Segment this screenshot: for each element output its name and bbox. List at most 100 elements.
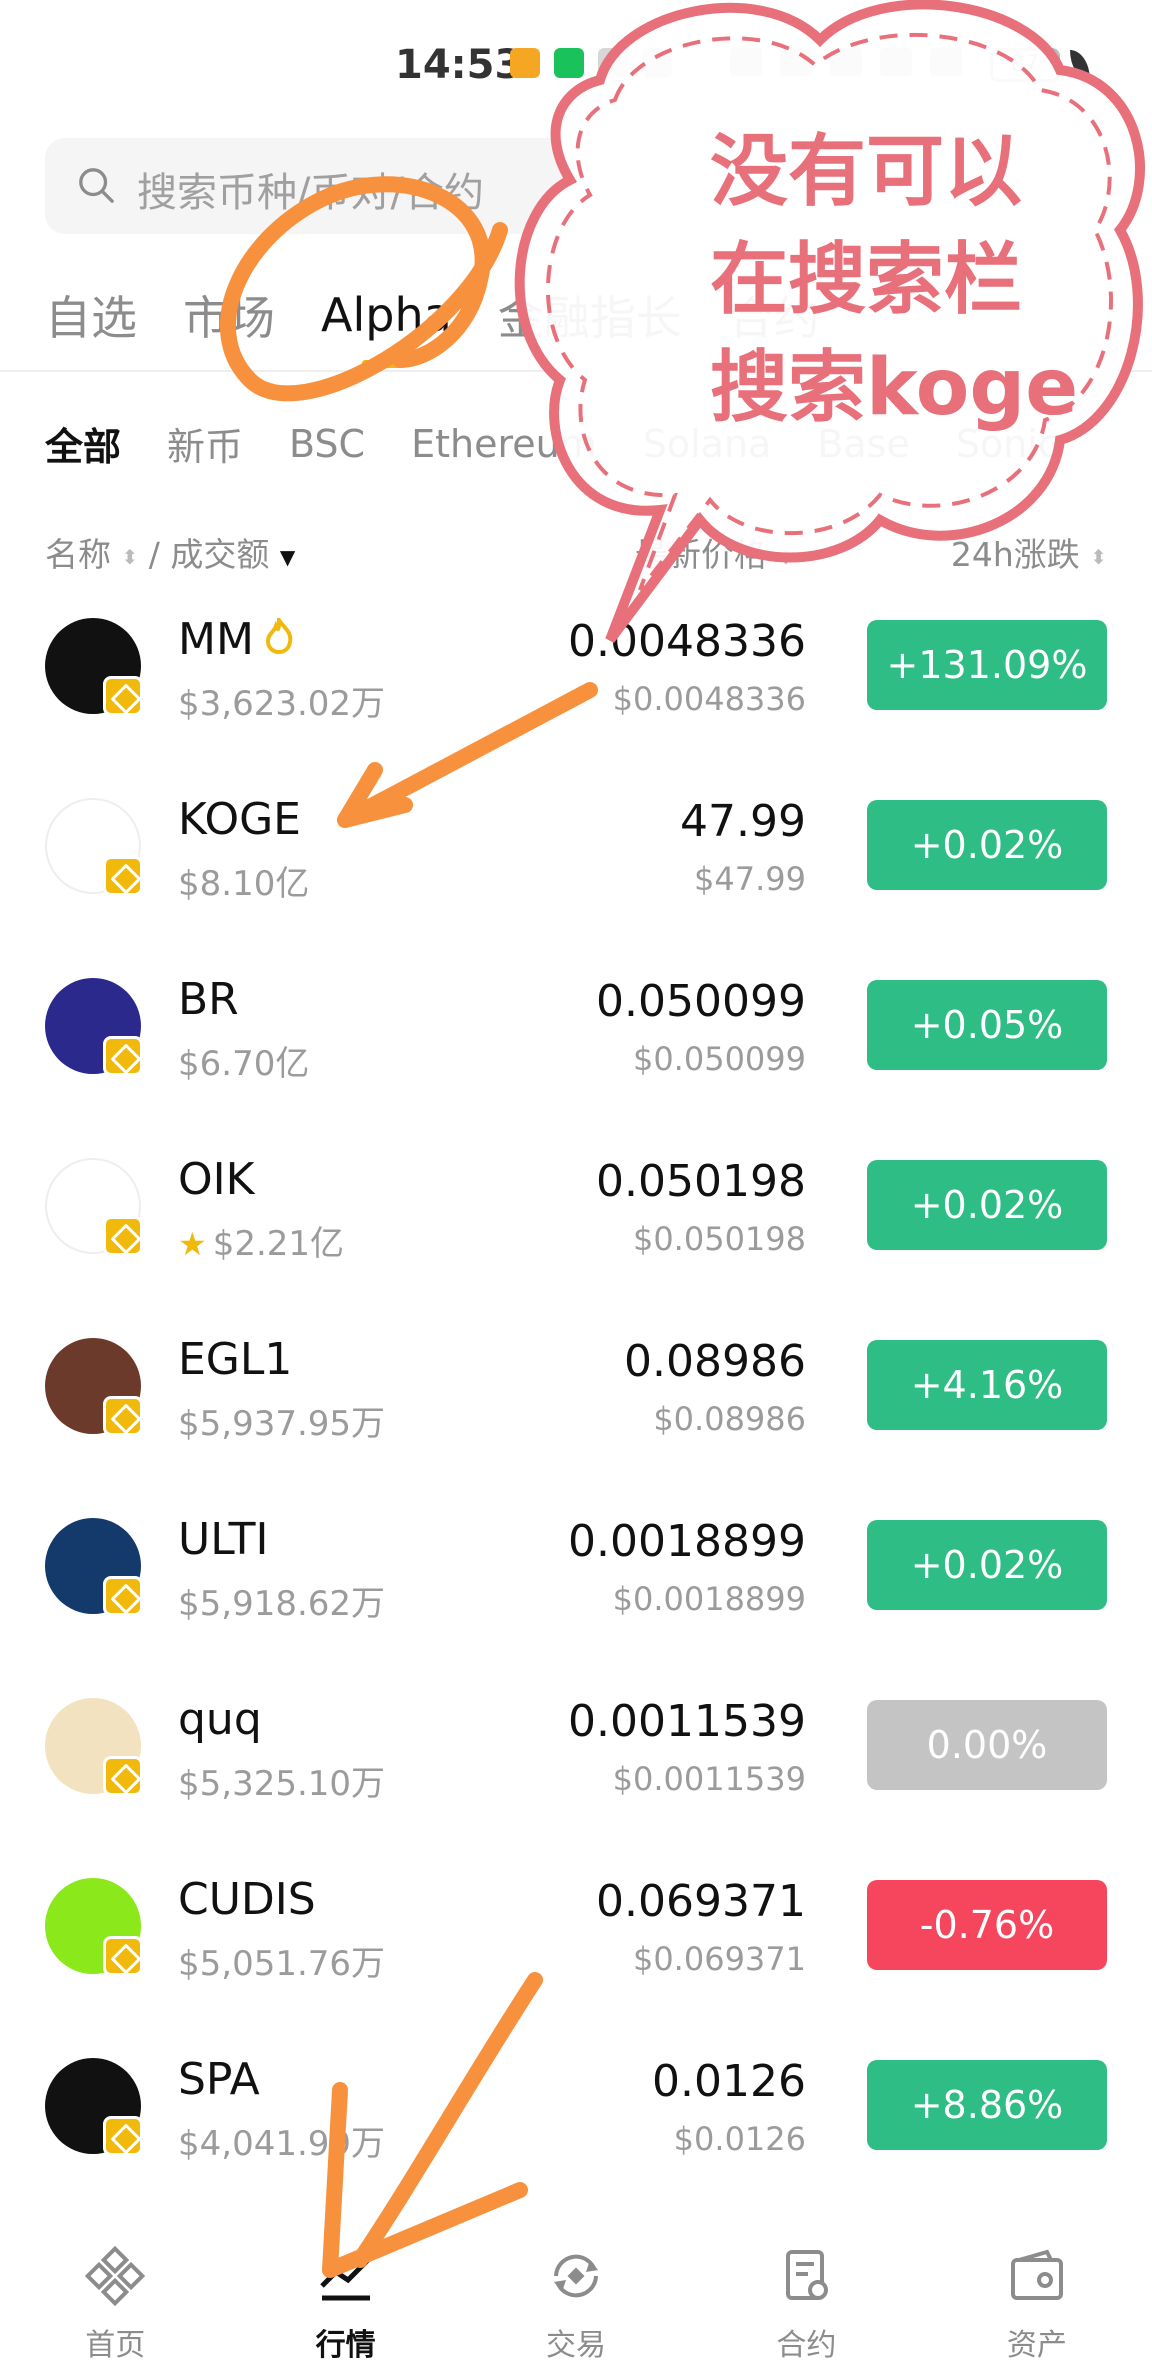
filter-new[interactable]: 新币 <box>167 416 243 471</box>
coin-volume: $5,325.10万 <box>178 1756 385 1805</box>
list-column-header: 名称 ⬍ / 成交额 ▼ 最新价格 ⬍ 24h涨跌 ⬍ <box>45 528 1107 576</box>
coin-symbol-text: OIK <box>178 1154 255 1205</box>
coin-row[interactable]: EGL1 $5,937.95万 0.08986 $0.08986 +4.16% <box>0 1320 1152 1500</box>
change-badge[interactable]: +0.05% <box>867 980 1107 1070</box>
coin-row[interactable]: CUDIS $5,051.76万 0.069371 $0.069371 -0.76% <box>0 1860 1152 2040</box>
bnb-chain-icon <box>103 676 143 716</box>
nav-home-label: 首页 <box>85 2328 146 2363</box>
coin-symbol-text: CUDIS <box>178 1874 316 1925</box>
sort-name-volume[interactable]: 名称 ⬍ / 成交额 ▼ <box>45 528 295 576</box>
annotation-text: 没有可以 在搜索栏 搜索koge <box>710 118 1130 442</box>
coin-price: 0.08986 <box>624 1336 806 1387</box>
coin-logo-icon <box>45 1338 143 1436</box>
annotation-line: 搜索koge <box>710 343 1079 433</box>
vibrate-icon <box>780 48 812 76</box>
sort-icon: ⬍ <box>1090 544 1107 569</box>
nav-home[interactable]: 首页 <box>0 2220 230 2376</box>
change-badge[interactable]: +8.86% <box>867 2060 1107 2150</box>
coin-volume-text: $5,325.10万 <box>178 1764 386 1804</box>
column-price-label: 最新价格 <box>635 535 767 574</box>
coin-price: 0.0018899 <box>568 1516 806 1567</box>
coin-symbol: KOGE <box>178 794 301 845</box>
coin-fiat-price: $0.0048336 <box>612 680 806 718</box>
coin-symbol-text: BR <box>178 974 239 1025</box>
coin-symbol: CUDIS <box>178 1874 316 1925</box>
coin-logo-icon <box>45 1158 143 1256</box>
signal-icon <box>930 48 962 76</box>
bnb-chain-icon <box>103 1576 143 1616</box>
sort-icon: ⬍ <box>777 544 795 569</box>
tab-market[interactable]: 市场 <box>183 282 275 348</box>
sort-change[interactable]: 24h涨跌 ⬍ <box>951 528 1107 576</box>
coin-row[interactable]: BR $6.70亿 0.050099 $0.050099 +0.05% <box>0 960 1152 1140</box>
bnb-chain-icon <box>103 856 143 896</box>
coin-fiat-price: $0.050099 <box>632 1040 806 1078</box>
coin-volume: $5,937.95万 <box>178 1396 385 1445</box>
coin-logo-icon <box>45 618 143 716</box>
coin-logo-icon <box>45 798 143 896</box>
mute-icon <box>880 48 912 76</box>
coin-price: 0.069371 <box>596 1876 806 1927</box>
tab-finance[interactable]: 金融指长 <box>498 282 682 348</box>
sort-icon: ▼ <box>279 544 296 569</box>
nav-assets[interactable]: 资产 <box>922 2220 1152 2376</box>
coin-volume: $5,918.62万 <box>178 1576 385 1625</box>
status-notification-icons <box>510 48 672 78</box>
tab-watchlist[interactable]: 自选 <box>45 282 137 348</box>
tab-alpha[interactable]: Alpha <box>321 288 452 342</box>
nav-markets[interactable]: 行情 <box>230 2220 460 2376</box>
coin-row[interactable]: MM $3,623.02万 0.0048336 $0.0048336 +131.09% <box>0 600 1152 780</box>
coin-volume-text: $3,623.02万 <box>178 684 386 724</box>
coin-fiat-price: $0.08986 <box>653 1400 806 1438</box>
alarm-icon <box>830 48 862 76</box>
search-placeholder: 搜索币种/币对/合约 <box>137 170 484 216</box>
filter-bsc[interactable]: BSC <box>289 422 365 466</box>
wechat-icon <box>554 48 584 78</box>
search-icon <box>79 168 114 203</box>
coin-logo-icon <box>45 1878 143 1976</box>
coin-volume: $6.70亿 <box>178 1036 309 1085</box>
column-volume-label: 成交额 <box>170 535 270 574</box>
change-badge[interactable]: 0.00% <box>867 1700 1107 1790</box>
coin-symbol: quq <box>178 1694 262 1745</box>
coin-symbol: SPA <box>178 2054 260 2105</box>
change-badge[interactable]: +4.16% <box>867 1340 1107 1430</box>
home-icon <box>85 2246 146 2306</box>
filter-ethereum[interactable]: Ethereum <box>411 422 597 466</box>
coin-fiat-price: $0.069371 <box>632 1940 806 1978</box>
coin-volume: $3,623.02万 <box>178 676 385 725</box>
coin-volume: $8.10亿 <box>178 856 309 905</box>
coin-logo-icon <box>45 1518 143 1616</box>
bnb-chain-icon <box>103 2116 143 2156</box>
coin-fiat-price: $0.0011539 <box>612 1760 806 1798</box>
filter-all[interactable]: 全部 <box>45 416 121 471</box>
coin-price: 0.0126 <box>652 2056 806 2107</box>
coin-symbol-text: EGL1 <box>178 1334 293 1385</box>
sort-price[interactable]: 最新价格 ⬍ <box>635 528 794 576</box>
battery-icon: 87 <box>990 48 1060 82</box>
nav-futures-label: 合约 <box>776 2328 837 2363</box>
change-badge[interactable]: +0.02% <box>867 1520 1107 1610</box>
nav-trade[interactable]: 交易 <box>461 2220 691 2376</box>
coin-symbol-text: MM <box>178 614 254 665</box>
star-icon: ★ <box>178 1225 207 1263</box>
coin-price: 0.0048336 <box>568 616 806 667</box>
coin-volume: $5,051.76万 <box>178 1936 385 1985</box>
coin-row[interactable]: OIK ★ $2.21亿 0.050198 $0.050198 +0.02% <box>0 1140 1152 1320</box>
change-badge[interactable]: +131.09% <box>867 620 1107 710</box>
annotation-line: 没有可以 <box>710 127 1023 217</box>
nav-futures[interactable]: 合约 <box>691 2220 921 2376</box>
coin-row[interactable]: KOGE $8.10亿 47.99 $47.99 +0.02% <box>0 780 1152 960</box>
coin-row[interactable]: SPA $4,041.99万 0.0126 $0.0126 +8.86% <box>0 2040 1152 2220</box>
trade-icon <box>554 2254 599 2298</box>
change-badge[interactable]: -0.76% <box>867 1880 1107 1970</box>
coin-row[interactable]: ULTI $5,918.62万 0.0018899 $0.0018899 +0.02% <box>0 1500 1152 1680</box>
bottom-nav: 首页 行情 交易 合约 资产 <box>0 2220 1152 2376</box>
change-badge[interactable]: +0.02% <box>867 800 1107 890</box>
change-badge[interactable]: +0.02% <box>867 1160 1107 1250</box>
coin-logo-icon <box>45 2058 143 2156</box>
nav-markets-label: 行情 <box>315 2328 376 2363</box>
coin-symbol-text: SPA <box>178 2054 260 2105</box>
coin-row[interactable]: quq $5,325.10万 0.0011539 $0.0011539 0.00% <box>0 1680 1152 1860</box>
coin-price: 0.050198 <box>596 1156 806 1207</box>
